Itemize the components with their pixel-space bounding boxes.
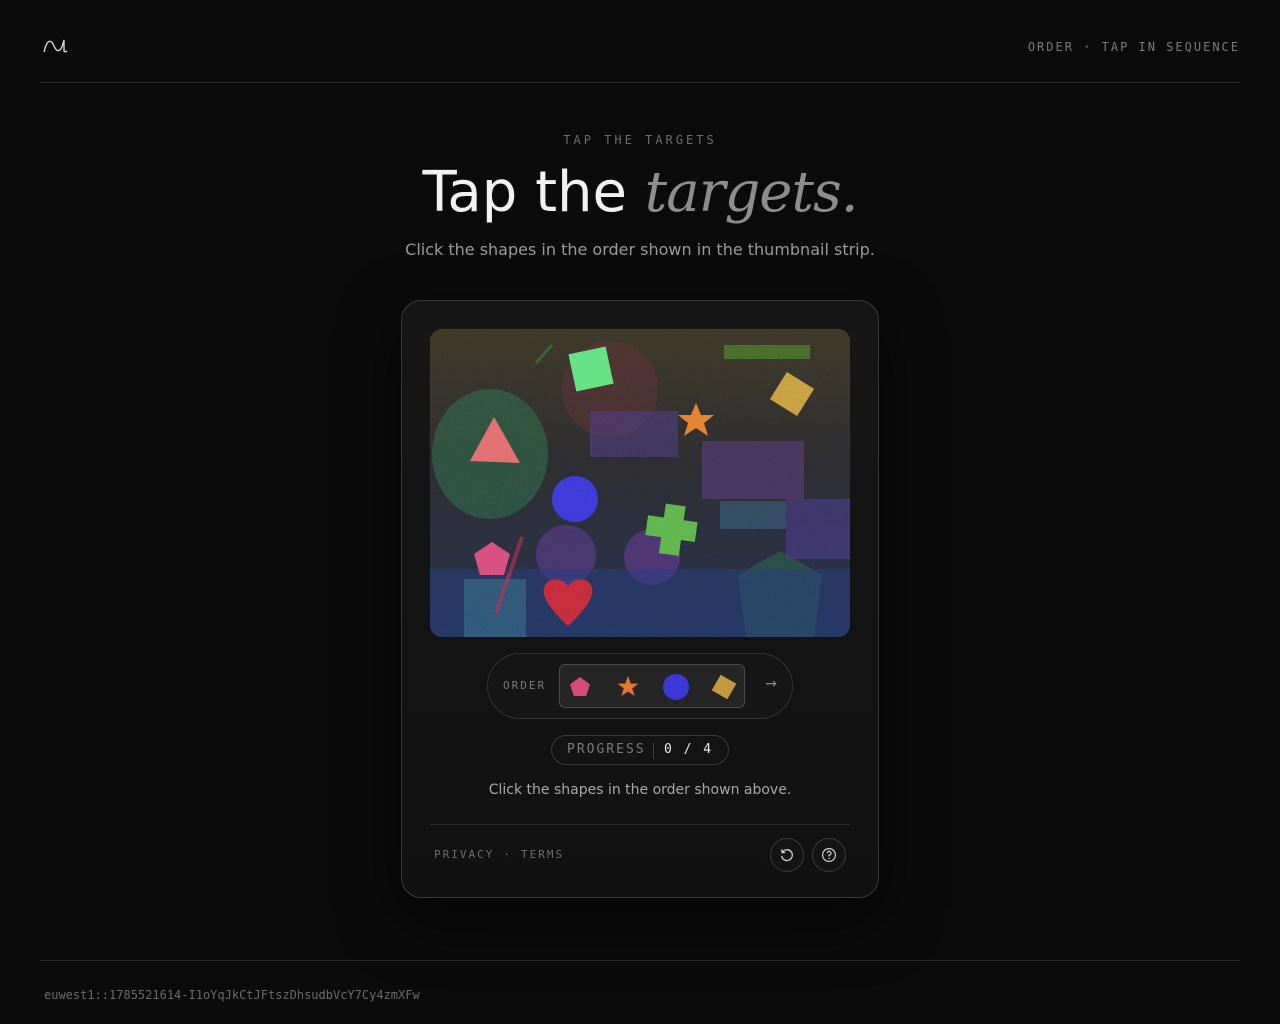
- title-plain: Tap the: [422, 160, 645, 225]
- order-thumbnails: [559, 664, 745, 708]
- hero-eyebrow: TAP THE TARGETS: [563, 133, 717, 147]
- progress-label: PROGRESS: [567, 742, 646, 757]
- order-strip: ORDER →: [487, 653, 793, 719]
- order-label: ORDER: [503, 679, 547, 692]
- arrow-right-icon[interactable]: →: [765, 676, 777, 692]
- help-button[interactable]: [812, 838, 846, 872]
- refresh-icon: [780, 849, 793, 862]
- card-footer-links: PRIVACY · TERMS: [434, 848, 564, 861]
- header-status: ORDER · TAP IN SEQUENCE: [1027, 40, 1240, 54]
- progress-divider: [653, 743, 654, 759]
- thumbnail-star: [617, 676, 639, 696]
- card-divider: [430, 824, 850, 825]
- page-footer: euwest1::1785521614-I1oYqJkCtJFtszDhsudb…: [40, 960, 1240, 1002]
- challenge-canvas[interactable]: [430, 329, 850, 637]
- thumbnail-pentagon: [570, 677, 590, 696]
- challenge-scene: [430, 329, 850, 637]
- canvas-noise-overlay: [430, 329, 850, 637]
- page-title: Tap the targets.: [0, 158, 1280, 228]
- footer-separator: ·: [503, 848, 512, 861]
- page-header: ORDER · TAP IN SEQUENCE: [40, 0, 1240, 83]
- challenge-card: ORDER → PROGRESS 0 / 4 Click the shapes …: [401, 300, 879, 898]
- privacy-link[interactable]: PRIVACY: [434, 848, 494, 861]
- thumbnail-circle: [663, 674, 689, 700]
- challenge-instructions: Click the shapes in the order shown abov…: [488, 782, 792, 798]
- progress-pill: PROGRESS 0 / 4: [551, 735, 729, 765]
- refresh-button[interactable]: [770, 838, 804, 872]
- progress-value: 0 / 4: [664, 742, 714, 757]
- title-emphasis: targets.: [644, 160, 859, 225]
- wave-logo-icon: [43, 39, 68, 53]
- session-id: euwest1::1785521614-I1oYqJkCtJFtszDhsudb…: [44, 988, 420, 1002]
- thumbnail-diamond: [711, 674, 737, 700]
- terms-link[interactable]: TERMS: [521, 848, 564, 861]
- hero-subtitle: Click the shapes in the order shown in t…: [405, 240, 875, 259]
- help-icon: [821, 847, 837, 863]
